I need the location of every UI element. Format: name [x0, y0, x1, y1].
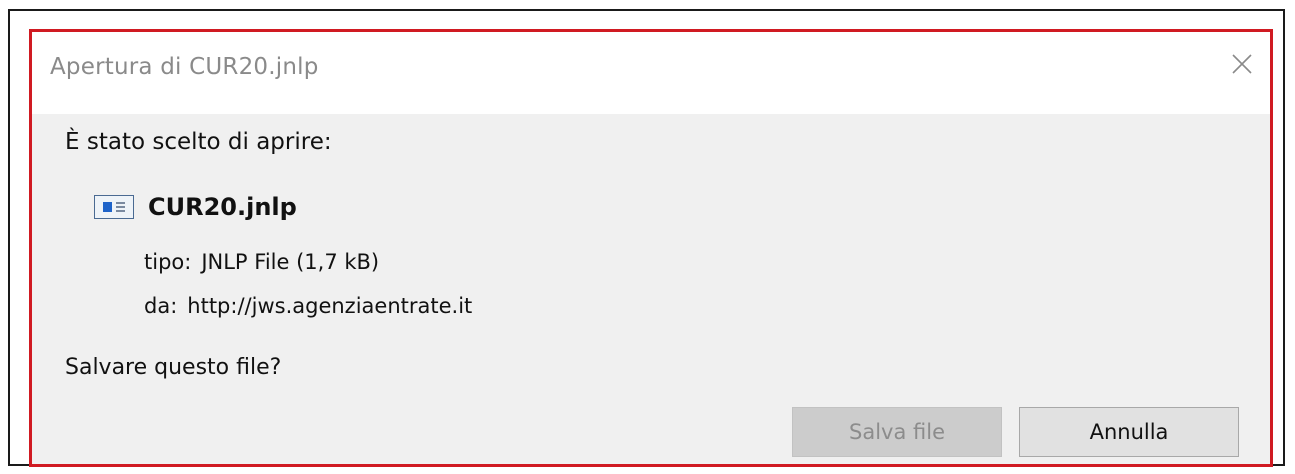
save-file-button[interactable]: Salva file — [792, 407, 1002, 457]
file-source-row: da: http://jws.agenziaentrate.it — [144, 294, 472, 318]
file-source-value: http://jws.agenziaentrate.it — [187, 294, 473, 318]
dialog-title: Apertura di CUR20.jnlp — [50, 54, 319, 80]
file-type-label: tipo: — [144, 250, 192, 274]
save-question: Salvare questo file? — [65, 355, 282, 380]
close-icon[interactable] — [1224, 46, 1260, 82]
dialog-titlebar: Apertura di CUR20.jnlp — [32, 32, 1270, 114]
open-file-dialog: Apertura di CUR20.jnlp È stato scelto di… — [29, 29, 1273, 467]
file-name: CUR20.jnlp — [148, 193, 297, 221]
jnlp-file-icon — [94, 195, 134, 219]
screenshot-frame: Apertura di CUR20.jnlp È stato scelto di… — [8, 9, 1285, 467]
open-prompt: È stato scelto di aprire: — [65, 129, 332, 155]
file-entry: CUR20.jnlp — [94, 190, 297, 224]
file-type-row: tipo: JNLP File (1,7 kB) — [144, 250, 379, 274]
cancel-button[interactable]: Annulla — [1019, 407, 1239, 457]
file-type-value: JNLP File (1,7 kB) — [201, 250, 380, 274]
file-source-label: da: — [144, 294, 178, 318]
